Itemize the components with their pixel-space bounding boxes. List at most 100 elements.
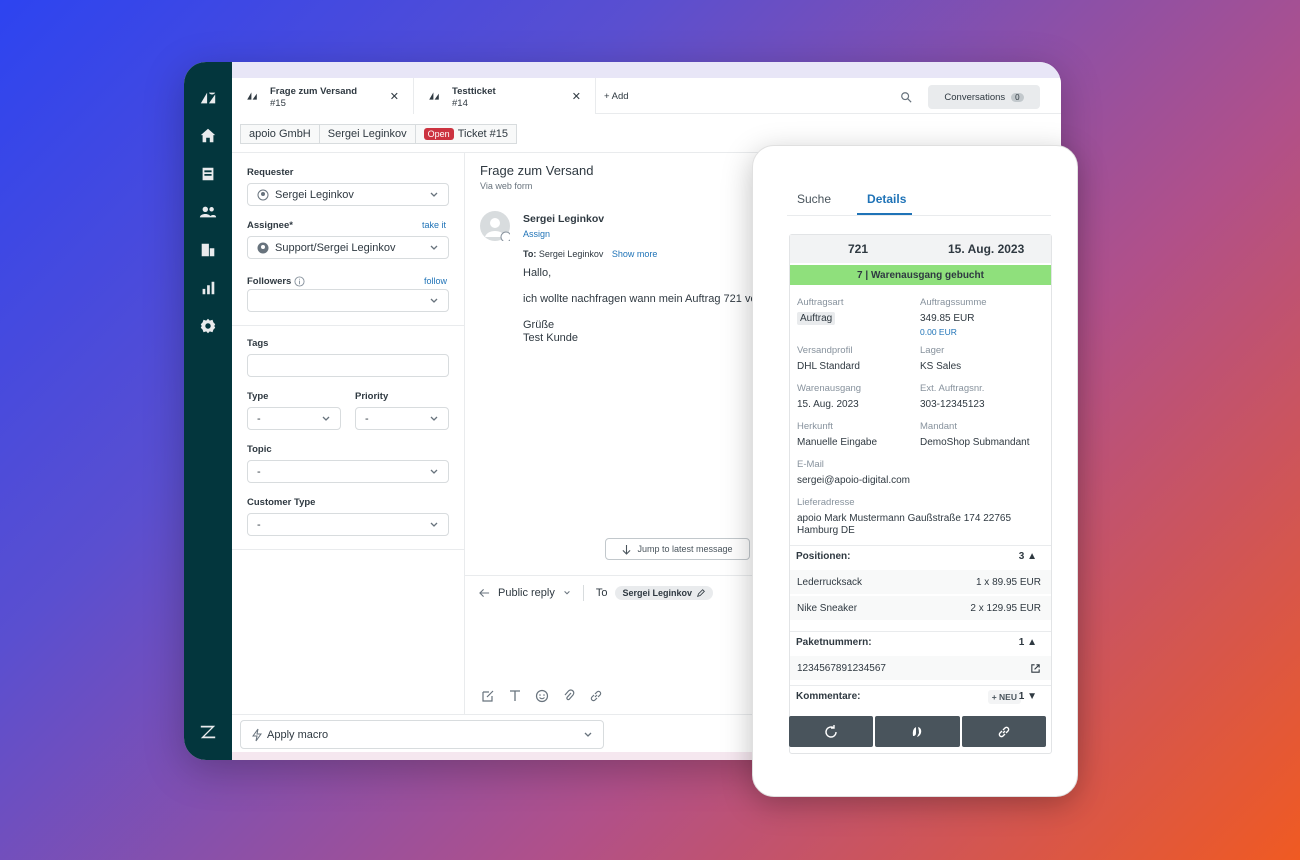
customer-type-select[interactable]: - [247,513,449,536]
tab-details[interactable]: Details [857,190,913,215]
auftragsart-label: Auftragsart [797,297,844,308]
breadcrumb-user[interactable]: Sergei Leginkov [319,124,416,144]
paketnummern-count: 1 ▲ [1018,637,1037,648]
pencil-icon[interactable] [696,588,706,598]
herkunft-label: Herkunft [797,421,833,432]
add-comment-button[interactable]: + NEU [987,689,1021,704]
assignee-label: Assignee* [247,220,293,231]
email-value[interactable]: sergei@apoio-digital.com [797,475,910,486]
composer-toolbar [481,689,603,703]
ticket-properties: Requester Sergei Leginkov Assignee* take… [232,152,465,760]
paketnummern-header[interactable]: Paketnummern: 1 ▲ [790,631,1051,653]
reporting-icon[interactable] [198,278,218,298]
assignee-field[interactable]: Support/Sergei Leginkov [247,236,449,259]
chevron-down-icon [584,732,592,737]
refresh-button[interactable] [789,716,874,747]
search-icon[interactable] [900,91,912,103]
user-icon [257,189,269,200]
tab-bar: Frage zum Versand #15 ✕ Testticket #14 ✕… [232,62,1061,114]
lieferadresse-line2: Hamburg DE [797,525,855,536]
auftragssumme-label: Auftragssumme [920,297,987,308]
zendesk-z-icon[interactable] [198,722,218,742]
apoio-logo-button[interactable] [875,716,960,747]
close-icon[interactable]: ✕ [572,90,581,103]
link-icon[interactable] [589,689,603,703]
ticket-label: Ticket #15 [457,128,509,140]
customers-icon[interactable] [198,202,218,222]
breadcrumb-ticket[interactable]: Open Ticket #15 [415,124,518,144]
tab-ticket-15[interactable]: Frage zum Versand #15 ✕ [232,78,414,114]
warenausgang-label: Warenausgang [797,383,862,394]
tab-ticket-14[interactable]: Testticket #14 ✕ [414,78,596,114]
jump-to-latest-button[interactable]: Jump to latest message [605,538,750,560]
assignee-value: Support/Sergei Leginkov [275,241,396,254]
home-icon[interactable] [198,126,218,146]
views-icon[interactable] [198,164,218,184]
zendesk-logo-icon[interactable] [198,88,218,108]
conversations-label: Conversations [944,91,1006,103]
zendesk-tab-icon [429,92,439,100]
order-status: 7 | Warenausgang gebucht [790,265,1051,285]
order-date: 15. Aug. 2023 [948,242,1025,256]
auftragssumme-value: 349.85 EUR [920,313,975,324]
message-line: Hallo, [523,267,552,279]
organizations-icon[interactable] [198,240,218,260]
type-select[interactable]: - [247,407,341,430]
link-button[interactable] [961,716,1046,747]
conversations-button[interactable]: Conversations 0 [928,85,1040,109]
requester-field[interactable]: Sergei Leginkov [247,183,449,206]
follow-link[interactable]: follow [424,276,447,286]
user-avatar-icon [485,218,512,243]
attachment-icon[interactable] [562,689,576,703]
customer-type-value: - [257,518,261,531]
message-line: Test Kunde [523,332,579,344]
text-format-icon[interactable] [508,689,522,703]
emoji-icon[interactable] [535,689,549,703]
show-more-link[interactable]: Show more [612,249,658,259]
arrow-down-icon [622,544,631,555]
assign-link[interactable]: Assign [523,229,550,239]
panel-tabs: Suche Details [787,190,1051,216]
status-badge: Open [423,128,454,140]
kommentare-label: Kommentare: [796,691,861,702]
priority-select[interactable]: - [355,407,449,430]
recipient-pill[interactable]: Sergei Leginkov [615,586,714,600]
compose-icon[interactable] [481,689,495,703]
take-it-link[interactable]: take it [422,220,446,230]
ext-auftragsnr-label: Ext. Auftragsnr. [920,383,985,394]
tags-input[interactable] [247,354,449,377]
breadcrumb-org[interactable]: apoio GmbH [240,124,320,144]
followers-label: Followers [247,276,292,287]
order-card: 721 15. Aug. 2023 7 | Warenausgang gebuc… [789,234,1052,754]
reply-bar: Public reply To Sergei Leginkov [479,585,714,601]
ticket-subject[interactable]: Frage zum Versand [480,163,593,178]
ext-auftragsnr-value: 303-12345123 [920,399,985,410]
admin-gear-icon[interactable] [198,316,218,336]
external-link-icon[interactable] [1030,663,1041,674]
paket-number: 1234567891234567 [797,662,886,674]
chevron-down-icon [430,469,438,474]
info-icon[interactable] [294,276,305,287]
kommentare-header[interactable]: Kommentare: + NEU 1 ▼ [790,685,1051,707]
paketnummern-label: Paketnummern: [796,637,872,648]
chevron-down-icon [430,245,438,250]
add-tab-button[interactable]: + Add [604,91,629,102]
followers-field[interactable] [247,289,449,312]
tab-suche[interactable]: Suche [787,190,837,215]
close-icon[interactable]: ✕ [390,90,399,103]
topic-select[interactable]: - [247,460,449,483]
tab-number: #15 [270,98,286,109]
apply-macro-label: Apply macro [267,728,329,741]
group-avatar-icon [257,242,269,253]
versandprofil-label: Versandprofil [797,345,853,356]
reply-type-select[interactable]: Public reply [498,587,555,599]
requester-value: Sergei Leginkov [275,188,354,201]
lager-label: Lager [920,345,945,356]
sender-name[interactable]: Sergei Leginkov [523,213,604,225]
apply-macro-select[interactable]: Apply macro [240,720,604,749]
tab-title: Testticket [452,86,496,97]
positionen-header[interactable]: Positionen: 3 ▲ [790,545,1051,567]
chevron-down-icon [430,192,438,197]
lieferadresse-label: Lieferadresse [797,497,855,508]
kommentare-count: 1 ▼ [1018,691,1037,702]
